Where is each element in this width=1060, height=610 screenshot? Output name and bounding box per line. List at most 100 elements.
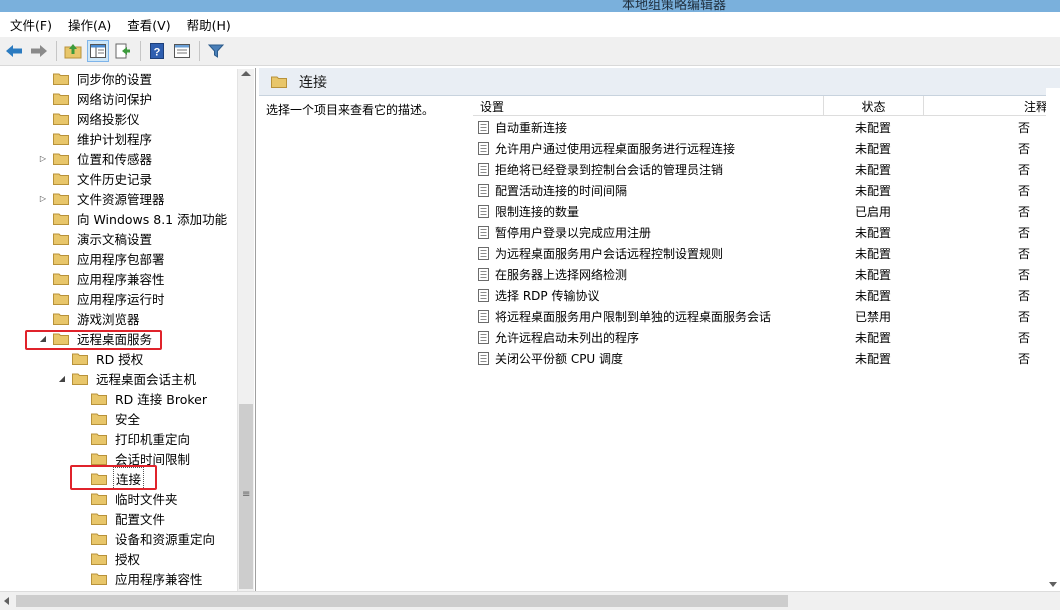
policy-setting-icon xyxy=(478,352,489,365)
scroll-down-icon[interactable] xyxy=(1049,582,1057,587)
tree-scrollbar[interactable]: ≡ xyxy=(237,69,254,591)
column-header-note[interactable]: 注释 xyxy=(924,96,1060,116)
export-list-button[interactable] xyxy=(112,40,134,62)
tree-item-label: 安全 xyxy=(115,411,141,427)
toolbar-separator xyxy=(56,41,57,61)
tree-item[interactable]: 维护计划程序 xyxy=(38,128,154,148)
tree-item[interactable]: 应用程序包部署 xyxy=(38,248,167,268)
tree-item[interactable]: 同步你的设置 xyxy=(38,68,154,88)
table-row[interactable]: 为远程桌面服务用户会话远程控制设置规则 未配置 否 xyxy=(473,243,1060,264)
tree-item[interactable]: ▷ 位置和传感器 xyxy=(38,148,154,168)
tree-item[interactable]: 配置文件 xyxy=(76,508,167,528)
folder-icon xyxy=(53,272,69,285)
menu-help[interactable]: 帮助(H) xyxy=(181,15,237,34)
table-row[interactable]: 自动重新连接 未配置 否 xyxy=(473,117,1060,138)
expand-toggle-icon[interactable]: ▷ xyxy=(38,154,48,163)
forward-icon xyxy=(31,45,47,57)
table-row[interactable]: 拒绝将已经登录到控制台会话的管理员注销 未配置 否 xyxy=(473,159,1060,180)
tree-item[interactable]: 应用程序兼容性 xyxy=(76,568,205,588)
tree-item[interactable]: 授权 xyxy=(76,548,142,568)
horizontal-scrollbar[interactable] xyxy=(0,591,1060,610)
column-headers: 设置 状态 注释 xyxy=(473,96,1060,116)
setting-state: 未配置 xyxy=(855,247,892,261)
table-row[interactable]: 允许用户通过使用远程桌面服务进行远程连接 未配置 否 xyxy=(473,138,1060,159)
up-folder-button[interactable] xyxy=(62,40,84,62)
tree-item[interactable]: 应用程序兼容性 xyxy=(38,268,167,288)
tree-item-label: 远程桌面会话主机 xyxy=(96,371,197,387)
setting-note: 否 xyxy=(1018,142,1031,156)
policy-setting-icon xyxy=(478,226,489,239)
table-row[interactable]: 在服务器上选择网络检测 未配置 否 xyxy=(473,264,1060,285)
tree-item[interactable]: ◢ 远程桌面会话主机 xyxy=(57,368,198,388)
tree-item[interactable]: 演示文稿设置 xyxy=(38,228,154,248)
properties-button[interactable] xyxy=(171,40,193,62)
table-row[interactable]: 配置活动连接的时间间隔 未配置 否 xyxy=(473,180,1060,201)
table-row[interactable]: 选择 RDP 传输协议 未配置 否 xyxy=(473,285,1060,306)
tree-item-label: 远程桌面服务 xyxy=(77,331,153,347)
scroll-up-icon[interactable] xyxy=(241,71,251,76)
tree-item-label: 配置文件 xyxy=(115,511,166,527)
setting-name: 允许用户通过使用远程桌面服务进行远程连接 xyxy=(495,142,736,156)
tree-item[interactable]: 连接 xyxy=(76,466,145,490)
tree-item-label: 网络访问保护 xyxy=(77,91,153,107)
menu-action[interactable]: 操作(A) xyxy=(62,15,117,34)
tree-item[interactable]: 应用程序运行时 xyxy=(38,288,167,308)
back-icon xyxy=(6,45,22,57)
folder-icon xyxy=(91,572,107,585)
folder-icon xyxy=(91,392,107,405)
tree-item[interactable]: ◢ 远程桌面服务 xyxy=(38,328,154,348)
folder-icon xyxy=(53,232,69,245)
expand-toggle-icon[interactable]: ◢ xyxy=(38,334,48,343)
scrollbar-grip-icon: ≡ xyxy=(242,489,251,500)
tree-item[interactable]: RD 授权 xyxy=(57,348,145,368)
menu-bar: 文件(F) 操作(A) 查看(V) 帮助(H) xyxy=(0,12,1060,37)
toolbar-separator xyxy=(140,41,141,61)
scroll-left-icon[interactable] xyxy=(4,597,9,605)
menu-file[interactable]: 文件(F) xyxy=(4,15,58,34)
tree-item[interactable]: 临时文件夹 xyxy=(76,488,180,508)
description-text: 选择一个项目来查看它的描述。 xyxy=(266,103,435,117)
tree-item[interactable]: 游戏浏览器 xyxy=(38,308,142,328)
column-header-setting[interactable]: 设置 xyxy=(473,96,824,116)
back-button[interactable] xyxy=(3,40,25,62)
tree-item[interactable]: RD 连接 Broker xyxy=(76,388,209,408)
table-row[interactable]: 暂停用户登录以完成应用注册 未配置 否 xyxy=(473,222,1060,243)
forward-button[interactable] xyxy=(28,40,50,62)
tree-item[interactable]: 会话时间限制 xyxy=(76,448,192,468)
column-header-state[interactable]: 状态 xyxy=(824,96,924,116)
tree-item[interactable]: 向 Windows 8.1 添加功能 xyxy=(38,208,229,228)
tree-item-label: RD 授权 xyxy=(96,351,144,367)
show-hide-tree-button[interactable] xyxy=(87,40,109,62)
folder-icon xyxy=(91,412,107,425)
tree-item[interactable]: ▷ 文件资源管理器 xyxy=(38,188,167,208)
tree-item[interactable]: 安全 xyxy=(76,408,142,428)
show-hide-tree-icon xyxy=(90,44,106,58)
tree-item-label: 文件历史记录 xyxy=(77,171,153,187)
tree-item[interactable]: 文件历史记录 xyxy=(38,168,154,188)
expand-toggle-icon[interactable]: ▷ xyxy=(38,194,48,203)
help-button[interactable]: ? xyxy=(146,40,168,62)
details-scrollbar[interactable] xyxy=(1046,88,1060,591)
table-row[interactable]: 允许远程启动未列出的程序 未配置 否 xyxy=(473,327,1060,348)
table-row[interactable]: 将远程桌面服务用户限制到单独的远程桌面服务会话 已禁用 否 xyxy=(473,306,1060,327)
tree-item[interactable]: 打印机重定向 xyxy=(76,428,192,448)
setting-state: 已启用 xyxy=(855,205,892,219)
policy-setting-icon xyxy=(478,247,489,260)
tree-item[interactable]: 设备和资源重定向 xyxy=(76,528,217,548)
tree-item-label: 打印机重定向 xyxy=(115,431,191,447)
table-row[interactable]: 关闭公平份额 CPU 调度 未配置 否 xyxy=(473,348,1060,369)
folder-icon xyxy=(91,532,107,545)
table-row[interactable]: 限制连接的数量 已启用 否 xyxy=(473,201,1060,222)
filter-button[interactable] xyxy=(205,40,227,62)
folder-icon xyxy=(53,252,69,265)
details-title: 连接 xyxy=(299,74,327,91)
expand-toggle-icon[interactable]: ◢ xyxy=(57,374,67,383)
export-list-icon xyxy=(115,43,130,59)
menu-view[interactable]: 查看(V) xyxy=(121,15,176,34)
folder-icon xyxy=(53,332,69,345)
folder-icon xyxy=(53,292,69,305)
horizontal-scrollbar-thumb[interactable] xyxy=(16,595,788,607)
folder-icon xyxy=(53,152,69,165)
tree-item[interactable]: 网络访问保护 xyxy=(38,88,154,108)
tree-item[interactable]: 网络投影仪 xyxy=(38,108,142,128)
